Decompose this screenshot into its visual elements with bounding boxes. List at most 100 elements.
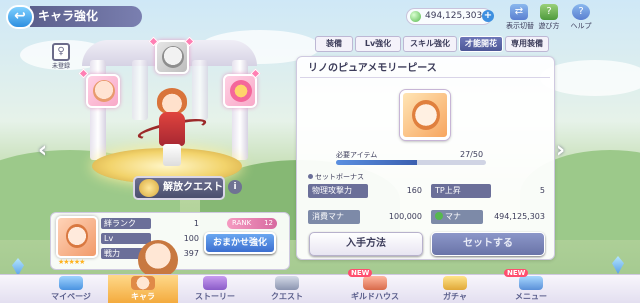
character-face-icon — [162, 46, 184, 68]
set-bonus-label: セットボーナス — [315, 173, 364, 181]
memory-piece-panel — [296, 56, 555, 260]
next-character-arrow[interactable]: › — [556, 138, 565, 163]
tab-equipment[interactable]: 装備 — [315, 36, 353, 52]
memory-slot-left[interactable] — [86, 74, 120, 108]
unregistered-icon: ♀ — [52, 43, 70, 61]
nav-story[interactable]: ストーリー — [180, 275, 250, 303]
character-head — [157, 88, 187, 114]
tab-unique-equipment[interactable]: 専用装備 — [505, 36, 549, 52]
character-sprite[interactable] — [136, 88, 208, 168]
back-button[interactable]: ↩ — [6, 5, 34, 29]
nav-label: ガチャ — [443, 292, 467, 301]
heart-crystal-icon — [230, 80, 252, 102]
owned-mana-text: マナ — [445, 212, 461, 221]
rank-badge: RANK 12 — [227, 218, 277, 229]
bonus-row-tp: TP上昇 5 — [431, 184, 547, 198]
back-arrow-icon: ↩ — [14, 8, 26, 24]
crystal-icon — [612, 256, 624, 274]
bonus-label: TP上昇 — [431, 184, 491, 198]
bonus-value: 160 — [406, 186, 422, 195]
nav-label: マイページ — [51, 292, 91, 301]
house-icon — [363, 276, 387, 290]
required-item-count: 27/50 — [460, 150, 484, 159]
add-mana-button[interactable]: + — [482, 10, 494, 22]
character-face-icon — [412, 100, 440, 130]
gacha-icon — [443, 276, 467, 290]
bond-rank-value: 1 — [193, 219, 199, 228]
new-badge: NEW — [348, 269, 373, 277]
required-item-label: 必要アイテム — [336, 151, 378, 159]
bottom-navigation: マイページ キャラ ストーリー クエスト NEW ギルドハウス ガチャ NEW … — [0, 269, 640, 303]
sword-icon — [275, 276, 299, 290]
set-bonus-heading: セットボーナス — [308, 172, 364, 182]
top-bar: キャラ強化 ↩ 494,125,303 + ⇄ 表示切替 ? 遊び方 ? ヘルプ — [0, 0, 640, 34]
power-value: 397 — [183, 249, 199, 258]
nav-mypage[interactable]: マイページ — [36, 275, 106, 303]
character-face-icon — [93, 80, 115, 102]
nav-quest[interactable]: クエスト — [252, 275, 322, 303]
character-portrait[interactable] — [56, 216, 98, 258]
help-button[interactable]: ? ヘルプ — [568, 4, 594, 31]
display-toggle-button[interactable]: ⇄ 表示切替 — [506, 4, 534, 31]
how-to-play-label: 遊び方 — [538, 22, 560, 30]
memory-piece-icon[interactable] — [400, 90, 450, 140]
star-rating: ★★★★★ — [58, 258, 85, 266]
memory-slot-top[interactable] — [155, 40, 189, 74]
nav-label: メニュー — [515, 292, 547, 301]
progress-fill — [336, 160, 417, 165]
rank-label: RANK — [232, 219, 252, 227]
menu-icon — [519, 276, 543, 290]
mana-coin-icon — [435, 212, 443, 220]
nav-character[interactable]: キャラ — [108, 275, 178, 303]
tab-talent-bloom[interactable]: 才能開花 — [459, 36, 503, 52]
unregistered-label: 未登録 — [51, 63, 70, 70]
panel-title: リノのピュアメモリーピース — [300, 60, 550, 78]
info-button[interactable]: i — [228, 180, 242, 194]
nav-menu[interactable]: NEW メニュー — [496, 269, 566, 303]
help-label: ヘルプ — [570, 22, 592, 30]
cost-mana-value: 100,000 — [388, 212, 422, 221]
level-label: Lv — [101, 233, 151, 244]
nav-label: ストーリー — [195, 292, 235, 301]
bonus-row-physical-attack: 物理攻撃力 160 — [308, 184, 424, 198]
bullet-icon — [308, 174, 313, 179]
nav-label: クエスト — [271, 292, 303, 301]
nav-label: キャラ — [131, 292, 155, 301]
book-icon — [203, 276, 227, 290]
mana-display: 494,125,303 — [406, 8, 492, 25]
nav-gacha[interactable]: ガチャ — [420, 275, 490, 303]
level-value: 100 — [183, 234, 199, 243]
prev-character-arrow[interactable]: ‹ — [38, 138, 47, 163]
tab-level[interactable]: Lv強化 — [355, 36, 401, 52]
required-item-progress — [336, 160, 486, 165]
character-body — [159, 112, 185, 146]
unlock-quest-label: 解放クエスト — [163, 182, 223, 193]
how-to-play-button[interactable]: ? 遊び方 — [536, 4, 562, 31]
display-toggle-label: 表示切替 — [506, 22, 534, 30]
unlock-quest-button[interactable]: 解放クエスト — [133, 176, 225, 200]
unregistered-badge[interactable]: ♀ 未登録 — [48, 43, 74, 70]
rank-value: 12 — [264, 219, 273, 227]
mana-coin-icon — [410, 11, 421, 22]
game-screen: キャラ強化 ↩ 494,125,303 + ⇄ 表示切替 ? 遊び方 ? ヘルプ… — [0, 0, 640, 303]
bond-rank-row: 絆ランク 1 — [101, 218, 199, 230]
owned-mana-label: マナ — [431, 210, 483, 224]
cost-mana-label: 消費マナ — [308, 210, 360, 224]
mana-amount: 494,125,303 — [425, 11, 483, 21]
bond-rank-label: 絆ランク — [101, 218, 151, 229]
set-button[interactable]: セットする — [431, 232, 545, 256]
nav-guild-house[interactable]: NEW ギルドハウス — [340, 269, 410, 303]
page-title: キャラ強化 — [30, 6, 142, 27]
memory-slot-right[interactable] — [223, 74, 257, 108]
tab-skill[interactable]: スキル強化 — [403, 36, 457, 52]
owned-mana-row: マナ 494,125,303 — [431, 210, 547, 224]
owned-mana-value: 494,125,303 — [494, 212, 545, 221]
nav-label: ギルドハウス — [351, 292, 399, 301]
character-legs — [163, 144, 181, 166]
auto-enhance-button[interactable]: おまかせ強化 — [204, 232, 276, 254]
cloud — [540, 60, 640, 96]
bonus-value: 5 — [539, 186, 545, 195]
acquisition-button[interactable]: 入手方法 — [309, 232, 423, 256]
help-book-icon: ? — [572, 4, 590, 20]
display-toggle-icon: ⇄ — [510, 4, 528, 20]
